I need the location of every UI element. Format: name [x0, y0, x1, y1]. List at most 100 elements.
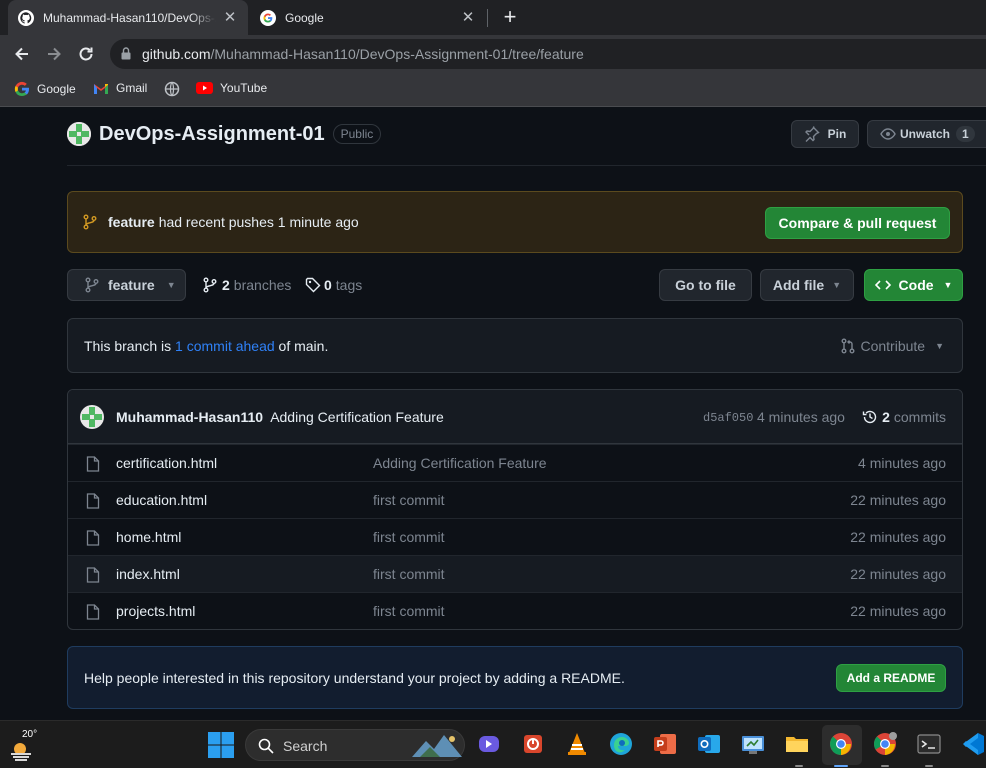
- commit-message[interactable]: Adding Certification Feature: [270, 409, 444, 425]
- new-tab-button[interactable]: +: [499, 6, 521, 28]
- unwatch-button[interactable]: Unwatch 1: [867, 120, 986, 148]
- status-suffix: of main.: [278, 338, 329, 354]
- browser-tab-strip: Muhammad-Hasan110/DevOps-Assignment-01 a…: [0, 0, 986, 35]
- close-tab-icon[interactable]: ✕: [460, 9, 476, 26]
- close-tab-icon[interactable]: ✕: [222, 9, 238, 26]
- branch-selector[interactable]: feature ▼: [67, 269, 186, 301]
- branches-link[interactable]: 2 branches: [202, 277, 291, 293]
- youtube-icon: [196, 82, 213, 94]
- file-commit-message[interactable]: first commit: [373, 566, 445, 582]
- meet-now-icon[interactable]: [476, 731, 502, 757]
- chrome-profile-icon[interactable]: [872, 731, 898, 757]
- url-text: github.com/Muhammad-Hasan110/DevOps-Assi…: [142, 46, 584, 62]
- tab-title: Google: [285, 10, 324, 25]
- vlc-icon[interactable]: [564, 731, 590, 757]
- edge-icon[interactable]: [608, 731, 634, 757]
- commit-history-link[interactable]: 2 commits: [862, 409, 946, 425]
- tab-google[interactable]: Google ✕: [250, 0, 486, 35]
- file-name[interactable]: projects.html: [116, 603, 195, 619]
- visibility-badge: Public: [332, 124, 382, 144]
- vscode-icon[interactable]: [960, 731, 986, 757]
- reload-icon[interactable]: [76, 44, 96, 64]
- author-avatar-icon[interactable]: [80, 405, 104, 429]
- add-readme-button[interactable]: Add a README: [836, 664, 946, 692]
- file-name[interactable]: index.html: [116, 566, 180, 582]
- bookmark-label: Google: [37, 82, 76, 96]
- file-row[interactable]: index.html first commit 22 minutes ago: [68, 555, 962, 592]
- weather-widget[interactable]: 20°: [8, 729, 42, 763]
- chevron-down-icon: ▼: [832, 280, 842, 290]
- url-host: github.com: [142, 46, 211, 62]
- commit-author[interactable]: Muhammad-Hasan110: [116, 409, 263, 425]
- file-name[interactable]: certification.html: [116, 455, 217, 471]
- repo-name-link[interactable]: DevOps-Assignment-01: [99, 123, 325, 146]
- bookmark-globe[interactable]: [164, 81, 187, 97]
- file-commit-time: 4 minutes ago: [858, 455, 946, 471]
- branch-status-text: This branch is 1 commit ahead of main.: [84, 338, 328, 354]
- taskbar-search[interactable]: Search: [245, 729, 465, 761]
- owner-avatar[interactable]: [67, 122, 91, 146]
- file-row[interactable]: home.html first commit 22 minutes ago: [68, 518, 962, 555]
- outlook-icon[interactable]: [696, 731, 722, 757]
- search-highlight-icon: [412, 735, 462, 757]
- lock-icon[interactable]: [121, 47, 131, 60]
- commit-sha[interactable]: d5af050: [703, 411, 753, 425]
- chrome-icon[interactable]: [828, 731, 854, 757]
- pin-label: Pin: [827, 127, 847, 141]
- file-row[interactable]: projects.html first commit 22 minutes ag…: [68, 592, 962, 629]
- file-icon: [86, 456, 100, 472]
- terminal-icon[interactable]: [916, 731, 942, 757]
- code-button[interactable]: Code ▼: [864, 269, 963, 301]
- history-icon: [862, 410, 877, 424]
- commit-count: 2: [882, 409, 890, 425]
- google-g-icon: [14, 81, 29, 97]
- code-label: Code: [898, 277, 934, 293]
- go-to-file-button[interactable]: Go to file: [659, 269, 752, 301]
- file-row[interactable]: education.html first commit 22 minutes a…: [68, 481, 962, 518]
- bookmark-label: YouTube: [220, 81, 268, 95]
- tag-icon: [305, 277, 321, 293]
- file-commit-message[interactable]: first commit: [373, 603, 445, 619]
- bookmark-youtube[interactable]: YouTube: [196, 81, 267, 95]
- red-app-icon[interactable]: [520, 731, 546, 757]
- compare-pull-request-button[interactable]: Compare & pull request: [765, 207, 950, 239]
- pull-request-icon: [841, 338, 855, 354]
- file-name[interactable]: home.html: [116, 529, 181, 545]
- file-commit-message[interactable]: first commit: [373, 529, 445, 545]
- latest-commit-summary: Muhammad-Hasan110 Adding Certification F…: [116, 409, 444, 425]
- identicon-icon: [67, 122, 91, 146]
- bookmark-google[interactable]: Google: [14, 81, 76, 97]
- file-explorer-icon[interactable]: [784, 731, 810, 757]
- contribute-dropdown[interactable]: Contribute ▼: [840, 338, 944, 354]
- gmail-icon: [94, 83, 108, 94]
- back-arrow-icon[interactable]: [12, 44, 32, 64]
- address-bar[interactable]: github.com/Muhammad-Hasan110/DevOps-Assi…: [110, 39, 986, 69]
- file-commit-message[interactable]: first commit: [373, 492, 445, 508]
- file-commit-message[interactable]: Adding Certification Feature: [373, 455, 547, 471]
- tags-count: 0: [324, 277, 332, 293]
- pin-button[interactable]: Pin: [791, 120, 859, 148]
- add-file-label: Add file: [772, 277, 825, 293]
- bookmark-gmail[interactable]: Gmail: [93, 81, 147, 95]
- commits-ahead-link[interactable]: 1 commit ahead: [175, 338, 275, 354]
- pin-icon: [804, 126, 820, 142]
- windows-start-icon[interactable]: [208, 732, 234, 758]
- control-panel-icon[interactable]: [740, 731, 766, 757]
- file-name[interactable]: education.html: [116, 492, 207, 508]
- repo-header: DevOps-Assignment-01 Public: [67, 122, 382, 146]
- tags-link[interactable]: 0 tags: [305, 277, 362, 293]
- commit-count-label: commits: [893, 409, 946, 425]
- file-commit-time: 22 minutes ago: [850, 529, 946, 545]
- forward-arrow-icon[interactable]: [44, 44, 64, 64]
- watch-count: 1: [956, 126, 975, 142]
- file-row[interactable]: certification.html Adding Certification …: [68, 444, 962, 481]
- add-file-button[interactable]: Add file ▼: [760, 269, 854, 301]
- branch-icon: [85, 277, 99, 293]
- code-brackets-icon: [874, 280, 891, 290]
- chevron-down-icon: ▼: [166, 280, 176, 290]
- tab-github[interactable]: Muhammad-Hasan110/DevOps-Assignment-01 a…: [8, 0, 248, 35]
- header-divider: [67, 165, 986, 166]
- pushed-branch-name[interactable]: feature: [108, 214, 155, 230]
- powerpoint-icon[interactable]: [652, 731, 678, 757]
- file-commit-time: 22 minutes ago: [850, 603, 946, 619]
